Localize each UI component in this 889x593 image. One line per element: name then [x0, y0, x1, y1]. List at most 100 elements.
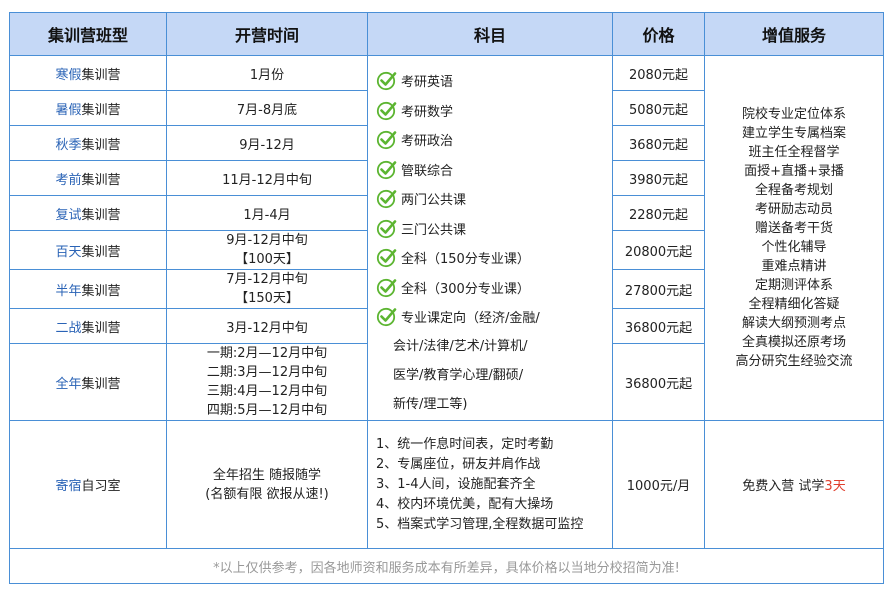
- camp-time-line: 9月-12月: [239, 137, 295, 153]
- service-item: 高分研究生经验交流: [735, 354, 853, 369]
- service-item: 定期测评体系: [754, 278, 833, 293]
- camp-name-prefix: 复试: [55, 207, 82, 223]
- camp-time-line: 三期:4月—12月中旬: [206, 384, 328, 399]
- table-row: 寒假集训营 1月份 考研英语 考研数学 考研政治 管联综合 两门公共课 三门公共课 全科（1…: [9, 55, 884, 421]
- camp-name-prefix: 二战: [55, 320, 82, 336]
- camp-name: 秋季集训营: [9, 125, 167, 161]
- subject-extra-line: 会计/法律/艺术/计算机/: [393, 338, 528, 354]
- check-circle-icon: [376, 131, 397, 150]
- service-item: 重难点精讲: [761, 259, 827, 274]
- subject-extra-line: 医学/教育学心理/翻硕/: [393, 367, 524, 383]
- check-circle-icon: [376, 219, 397, 238]
- service-item: 全程备考规划: [754, 183, 833, 198]
- camp-name-suffix: 集训营: [81, 283, 121, 299]
- subject-label: 全科（150分专业课）: [401, 252, 530, 268]
- footnote: *以上仅供参考，因各地师资和服务成本有所差异，具体价格以当地分校招简为准!: [9, 548, 884, 584]
- header-camp-type: 集训营班型: [9, 12, 167, 56]
- camp-name-suffix: 集训营: [81, 320, 121, 336]
- service-item: 全程精细化答疑: [748, 297, 840, 312]
- camp-price: 20800元起: [612, 230, 705, 270]
- subject-label: 管联综合: [401, 163, 454, 179]
- camp-time-line: 【100天】: [235, 252, 299, 267]
- subject-item: 专业课定向（经济/金融/: [376, 302, 612, 332]
- subject-item: 全科（300分专业课）: [376, 273, 612, 303]
- subject-label: 考研英语: [401, 75, 454, 91]
- header-row: 集训营班型 开营时间 科目 价格 增值服务: [9, 12, 884, 56]
- camp-price: 2080元起: [612, 55, 705, 91]
- camp-name: 暑假集训营: [9, 90, 167, 126]
- check-circle-icon: [376, 278, 397, 297]
- subject-item: 全科（150分专业课）: [376, 243, 612, 273]
- camp-price: 3680元起: [612, 125, 705, 161]
- camp-name-suffix: 集训营: [81, 172, 121, 188]
- subject-item: 管联综合: [376, 155, 612, 185]
- services-list: 院校专业定位体系 建立学生专属档案 班主任全程督学 面授+直播+录播 全程备考规划 考研励…: [705, 105, 883, 371]
- dorm-feature: 1、统一作息时间表，定时考勤: [376, 436, 554, 452]
- service-item: 院校专业定位体系: [741, 107, 846, 122]
- camp-name: 考前集训营: [9, 160, 167, 196]
- subject-list-cell: 考研英语 考研数学 考研政治 管联综合 两门公共课 三门公共课 全科（150分专业课） 全科（…: [367, 55, 613, 421]
- camp-time-line: 7月-8月底: [236, 102, 298, 118]
- camp-time-line: 1月份: [249, 67, 285, 83]
- check-circle-icon: [376, 101, 397, 120]
- camp-name-suffix: 集训营: [81, 207, 121, 223]
- camp-time-line: 一期:2月—12月中旬: [206, 346, 328, 361]
- header-services: 增值服务: [704, 12, 884, 56]
- subject-label: 三门公共课: [401, 222, 467, 238]
- camp-name-suffix: 集训营: [81, 67, 121, 83]
- camp-time: 9月-12月: [166, 125, 368, 161]
- camp-time: 1月份: [166, 55, 368, 91]
- camp-name-suffix: 集训营: [81, 244, 121, 260]
- camp-name-prefix: 半年: [55, 283, 82, 299]
- camp-name-prefix: 暑假: [55, 102, 82, 118]
- dorm-service: 免费入营 试学3天: [704, 420, 884, 549]
- service-item: 个性化辅导: [761, 240, 827, 255]
- dorm-service-highlight: 3天: [824, 479, 846, 494]
- camp-time: 7月-8月底: [166, 90, 368, 126]
- camp-price: 36800元起: [612, 343, 705, 421]
- course-table: 集训营班型 开营时间 科目 价格 增值服务 寒假集训营 1月份 考研英语 考研数学…: [9, 12, 884, 584]
- subject-label: 专业课定向（经济/金融/: [401, 311, 540, 327]
- dorm-features: 1、统一作息时间表，定时考勤 2、专属座位，研友并肩作战 3、1-4人间，设施配…: [367, 420, 613, 549]
- note-row: *以上仅供参考，因各地师资和服务成本有所差异，具体价格以当地分校招简为准!: [9, 548, 884, 584]
- camp-time-line: 9月-12月中旬: [226, 233, 308, 248]
- subject-list: 考研英语 考研数学 考研政治 管联综合 两门公共课 三门公共课 全科（150分专业课） 全科（…: [368, 56, 612, 332]
- dorm-feature: 5、档案式学习管理,全程数据可监控: [376, 516, 584, 532]
- camp-price: 2280元起: [612, 195, 705, 231]
- dorm-feature: 3、1-4人间，设施配套齐全: [376, 476, 536, 492]
- camp-name-prefix: 全年: [55, 376, 82, 392]
- service-item: 建立学生专属档案: [741, 126, 846, 141]
- dorm-feature: 2、专属座位，研友并肩作战: [376, 456, 541, 472]
- dorm-service-text: 免费入营 试学: [742, 479, 825, 494]
- dorm-price: 1000元/月: [612, 420, 705, 549]
- camp-name: 半年集训营: [9, 269, 167, 309]
- camp-price: 36800元起: [612, 308, 705, 344]
- camp-name: 寒假集训营: [9, 55, 167, 91]
- subject-item: 考研英语: [376, 66, 612, 96]
- subject-extra: 会计/法律/艺术/计算机/ 医学/教育学心理/翻硕/ 新传/理工等): [368, 332, 612, 419]
- subject-extra-line: 新传/理工等): [393, 396, 468, 412]
- service-item: 考研励志动员: [754, 202, 833, 217]
- camp-name-suffix: 集训营: [81, 376, 121, 392]
- header-open-time: 开营时间: [166, 12, 368, 56]
- camp-name: 全年集训营: [9, 343, 167, 421]
- subject-item: 考研数学: [376, 96, 612, 126]
- service-item: 全真模拟还原考场: [741, 335, 846, 350]
- camp-name-prefix: 百天: [55, 244, 82, 260]
- camp-price: 27800元起: [612, 269, 705, 309]
- camp-name: 百天集训营: [9, 230, 167, 270]
- camp-time-line: 7月-12月中旬: [226, 272, 308, 287]
- dorm-name-prefix: 寄宿: [55, 479, 82, 494]
- check-circle-icon: [376, 308, 397, 327]
- dorm-time-line: (名额有限 欲报从速!): [205, 486, 329, 502]
- camp-time: 9月-12月中旬 【100天】: [166, 230, 368, 270]
- camp-name-suffix: 集训营: [81, 137, 121, 153]
- camp-time: 1月-4月: [166, 195, 368, 231]
- camp-name-prefix: 寒假: [55, 67, 82, 83]
- table-row: 寄宿自习室 全年招生 随报随学 (名额有限 欲报从速!) 1、统一作息时间表，定时…: [9, 420, 884, 549]
- service-item: 班主任全程督学: [748, 145, 840, 160]
- subject-label: 考研数学: [401, 104, 454, 120]
- camp-time-line: 【150天】: [235, 291, 299, 306]
- camp-time-line: 1月-4月: [243, 207, 291, 223]
- camp-time: 3月-12月中旬: [166, 308, 368, 344]
